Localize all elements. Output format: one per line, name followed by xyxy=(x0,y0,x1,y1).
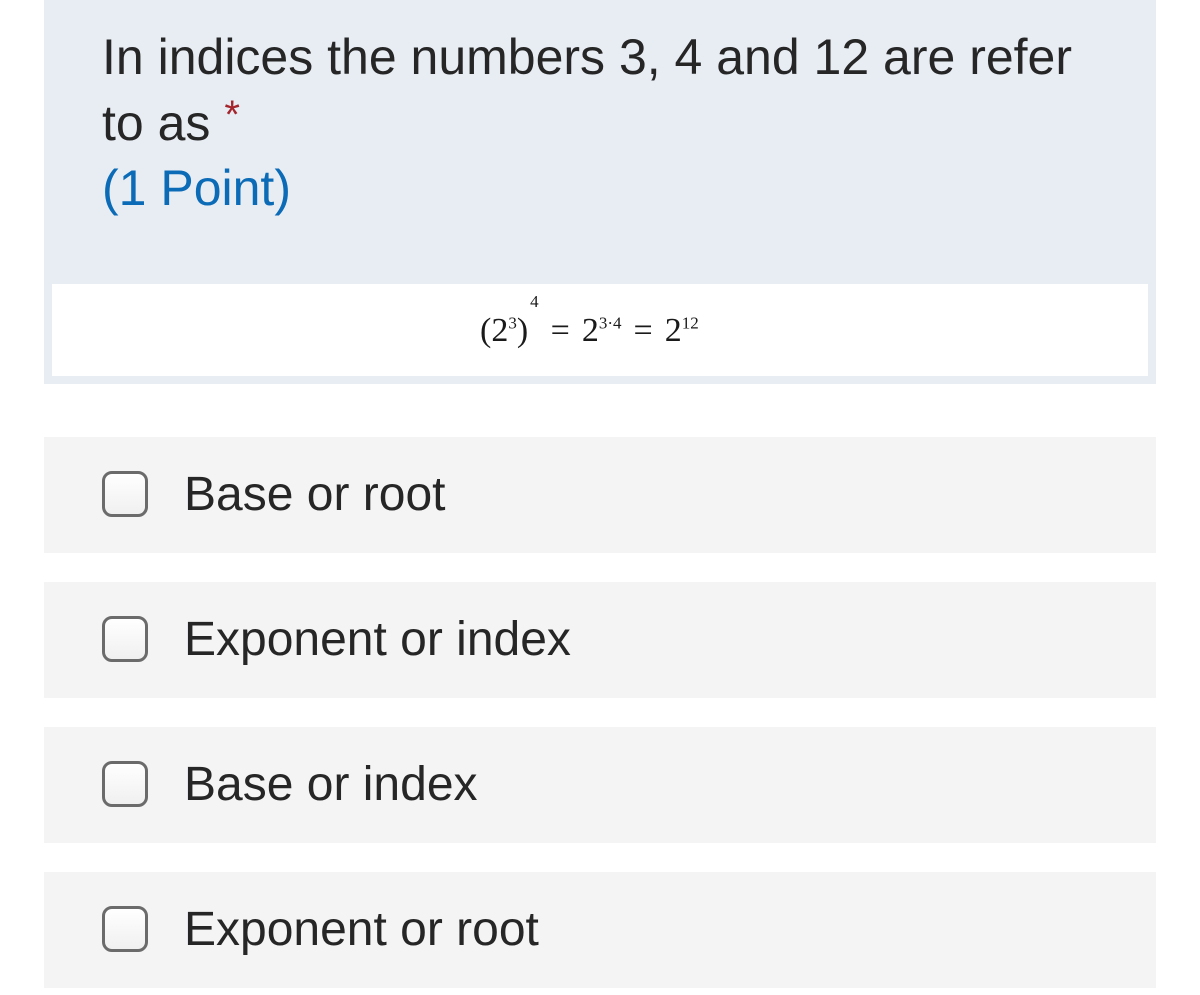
option-checkbox[interactable] xyxy=(102,616,148,662)
option-label: Base or root xyxy=(184,468,446,521)
formula-mid-exp: 3·4 xyxy=(598,313,622,333)
option-base-or-index[interactable]: Base or index xyxy=(44,727,1156,843)
option-exponent-or-root[interactable]: Exponent or root xyxy=(44,872,1156,988)
option-checkbox[interactable] xyxy=(102,906,148,952)
formula-right-base: 2 xyxy=(664,312,682,349)
formula-left-open: (2 xyxy=(480,312,509,349)
option-label: Exponent or root xyxy=(184,903,539,956)
indices-formula: (23)4= 23·4 = 212 xyxy=(480,292,699,350)
option-checkbox[interactable] xyxy=(102,471,148,517)
formula-eq1: = xyxy=(550,312,570,349)
question-points: (1 Point) xyxy=(102,160,291,216)
question-text: In indices the numbers 3, 4 and 12 are r… xyxy=(102,29,1073,151)
formula-left-close: ) xyxy=(516,312,529,349)
formula-left-inner-exp: 3 xyxy=(508,313,517,333)
option-exponent-or-index[interactable]: Exponent or index xyxy=(44,582,1156,698)
formula-eq2: = xyxy=(633,312,653,349)
option-base-or-root[interactable]: Base or root xyxy=(44,437,1156,553)
option-label: Exponent or index xyxy=(184,613,571,666)
formula-mid-base: 2 xyxy=(581,312,599,349)
option-label: Base or index xyxy=(184,758,478,811)
question-image: (23)4= 23·4 = 212 xyxy=(52,284,1148,376)
formula-right-exp: 12 xyxy=(681,313,699,333)
question-card: In indices the numbers 3, 4 and 12 are r… xyxy=(44,0,1156,384)
formula-left-outer-exp: 4 xyxy=(530,292,539,311)
required-marker: * xyxy=(224,93,240,137)
option-checkbox[interactable] xyxy=(102,761,148,807)
question-title: In indices the numbers 3, 4 and 12 are r… xyxy=(102,24,1112,160)
